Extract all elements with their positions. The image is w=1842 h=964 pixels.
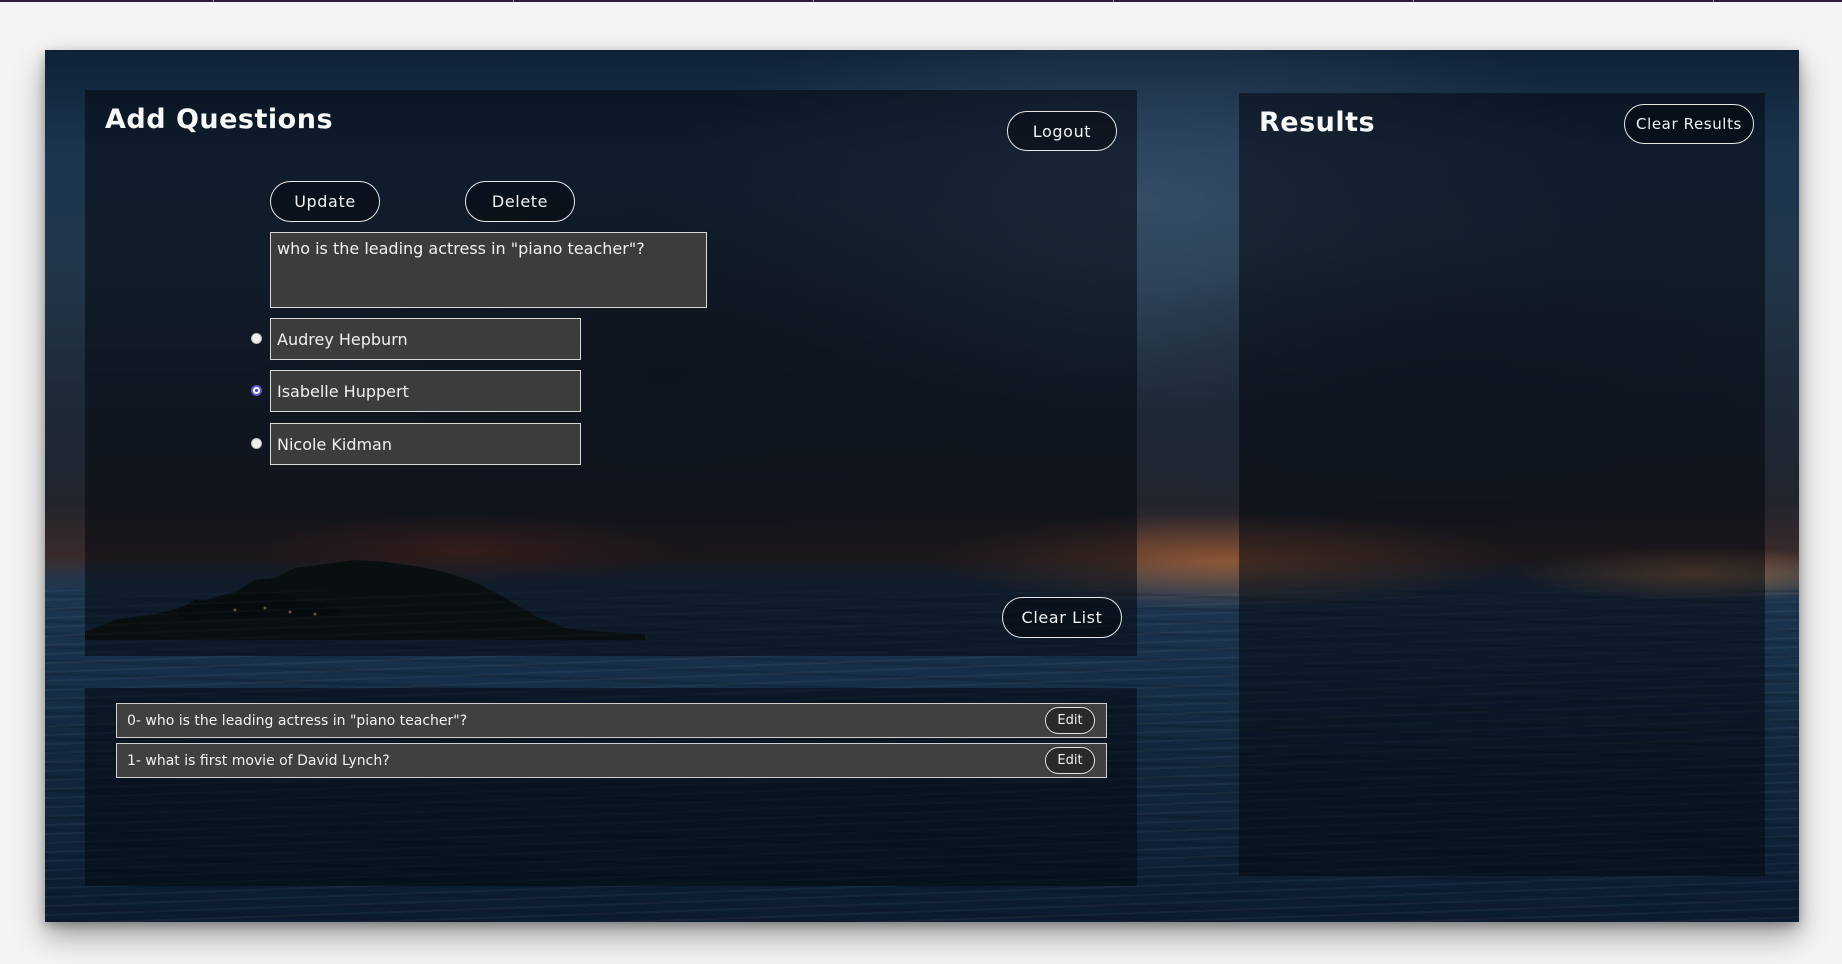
logout-button[interactable]: Logout <box>1007 111 1117 151</box>
question-textarea[interactable]: who is the leading actress in "piano tea… <box>270 232 707 308</box>
top-bar-divider <box>213 0 214 2</box>
update-button[interactable]: Update <box>270 181 380 222</box>
list-item-text: 1- what is first movie of David Lynch? <box>127 752 390 769</box>
add-questions-panel: Add Questions Logout Update Delete who i… <box>85 90 1137 656</box>
top-bar-divider <box>1413 0 1414 2</box>
answer-radio-3[interactable] <box>251 438 262 449</box>
top-bar-divider <box>1713 0 1714 2</box>
list-item: 1- what is first movie of David Lynch? <box>116 743 1107 778</box>
list-item-text: 0- who is the leading actress in "piano … <box>127 712 468 729</box>
edit-button[interactable]: Edit <box>1045 707 1095 734</box>
list-item: 0- who is the leading actress in "piano … <box>116 703 1107 738</box>
clear-list-button[interactable]: Clear List <box>1002 597 1122 638</box>
edit-button[interactable]: Edit <box>1045 747 1095 774</box>
answer-input-3[interactable]: Nicole Kidman <box>270 423 581 465</box>
top-bar <box>0 0 1842 2</box>
clear-results-button[interactable]: Clear Results <box>1624 104 1754 144</box>
results-title: Results <box>1259 107 1376 138</box>
question-list-panel: 0- who is the leading actress in "piano … <box>85 688 1137 886</box>
answer-input-2[interactable]: Isabelle Huppert <box>270 370 581 412</box>
answer-radio-2[interactable] <box>251 385 262 396</box>
top-bar-divider <box>1113 0 1114 2</box>
background-scene: Add Questions Logout Update Delete who i… <box>45 50 1799 922</box>
add-questions-title: Add Questions <box>105 104 334 135</box>
results-panel: Results Clear Results <box>1239 93 1765 876</box>
delete-button[interactable]: Delete <box>465 181 575 222</box>
answer-radio-1[interactable] <box>251 333 262 344</box>
top-bar-divider <box>813 0 814 2</box>
answer-input-1[interactable]: Audrey Hepburn <box>270 318 581 360</box>
top-bar-divider <box>513 0 514 2</box>
